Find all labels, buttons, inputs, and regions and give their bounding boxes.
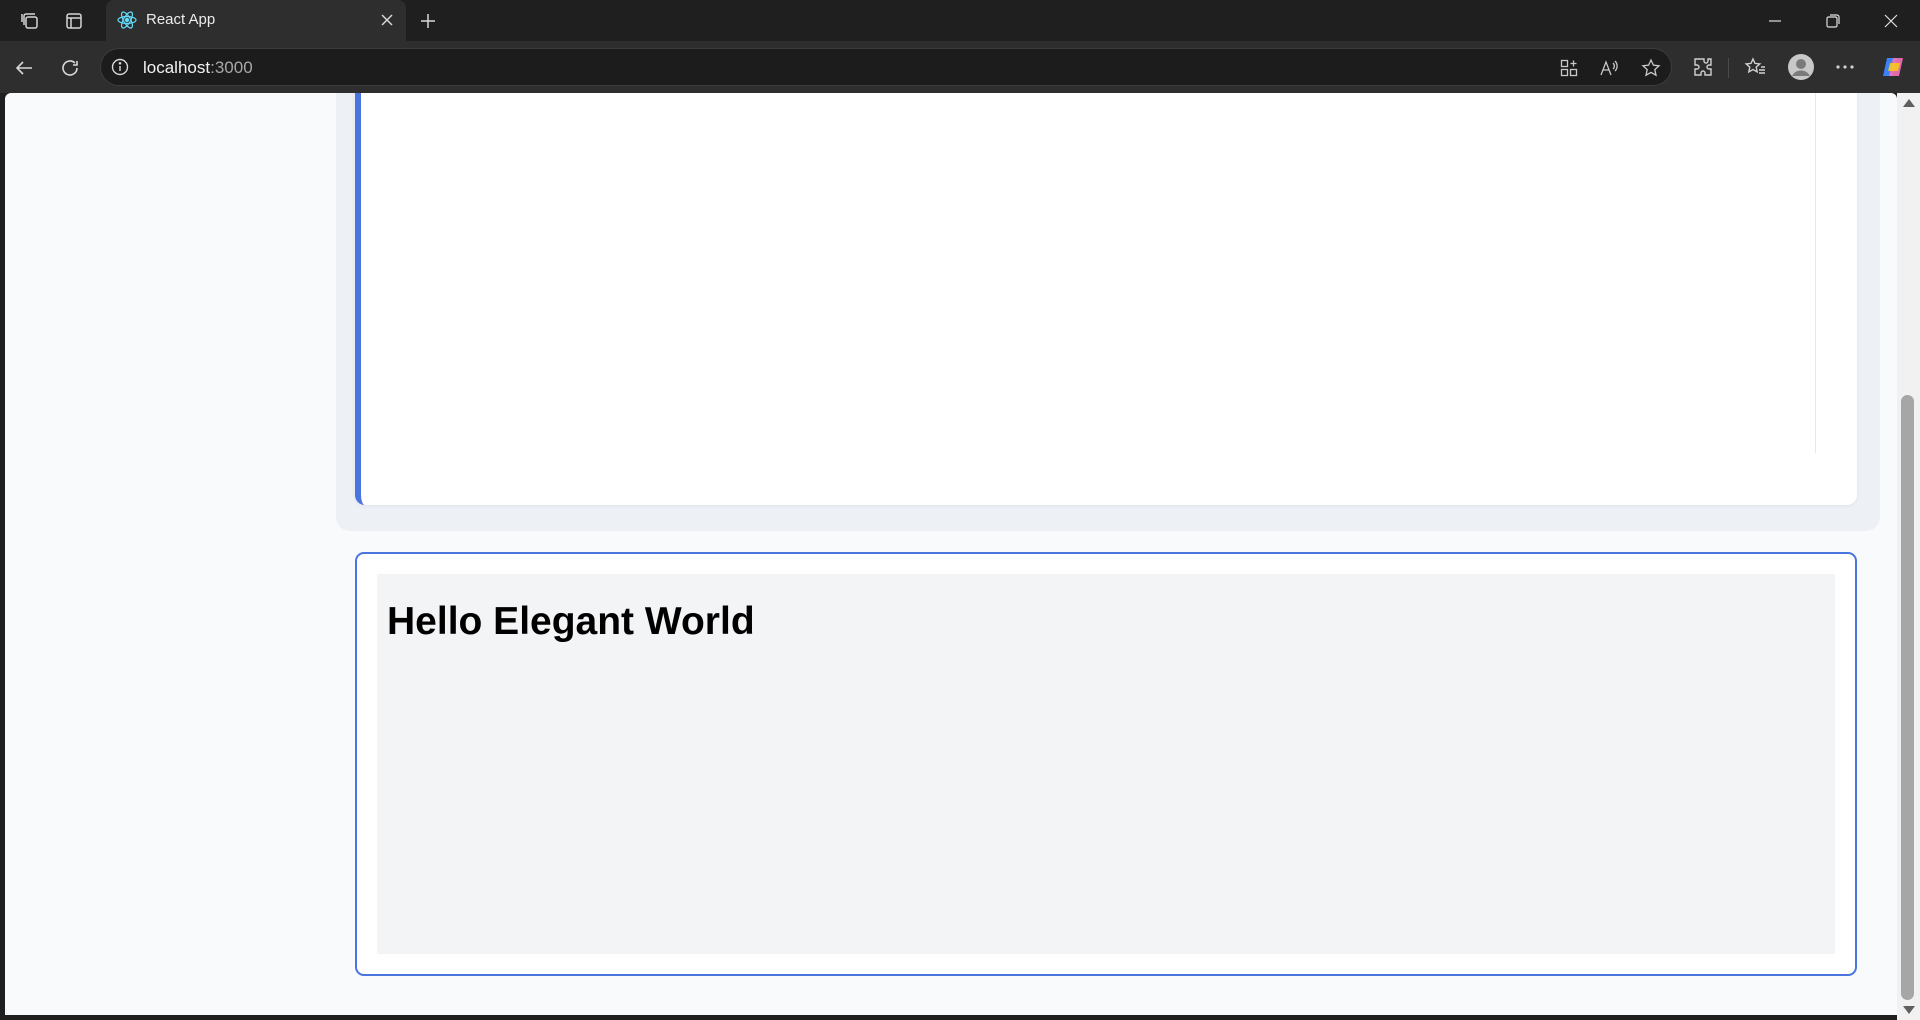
scroll-down-arrow-icon[interactable] (1903, 1006, 1915, 1014)
hello-section: Hello Elegant World (355, 552, 1857, 976)
tab-react-app[interactable]: React App (106, 0, 406, 41)
address-bar[interactable]: localhost:3000 (100, 48, 1672, 86)
workspaces-icon[interactable] (16, 8, 44, 34)
new-tab-icon[interactable] (414, 7, 442, 35)
vertical-scrollbar[interactable] (1897, 93, 1920, 1020)
url-text[interactable]: localhost:3000 (143, 58, 253, 78)
tab-strip: React App (0, 0, 1920, 41)
url-host: localhost (143, 58, 211, 77)
close-tab-icon[interactable] (376, 9, 398, 31)
refresh-icon[interactable] (54, 52, 86, 84)
content-card (355, 93, 1857, 505)
more-menu-icon[interactable] (1830, 52, 1860, 82)
extensions-icon[interactable] (1688, 52, 1718, 82)
favorites-icon[interactable] (1740, 52, 1770, 82)
copilot-icon[interactable] (1879, 52, 1909, 82)
scrollbar-thumb[interactable] (1901, 395, 1914, 1000)
page-heading: Hello Elegant World (387, 600, 755, 643)
minimize-icon[interactable] (1752, 6, 1798, 36)
card-divider (1815, 93, 1816, 453)
restore-icon[interactable] (1810, 6, 1856, 36)
toolbar-separator (1728, 58, 1729, 78)
vertical-tabs-icon[interactable] (60, 8, 88, 34)
react-icon (116, 9, 138, 31)
read-aloud-icon[interactable] (1598, 56, 1622, 80)
app-available-icon[interactable] (1557, 56, 1581, 80)
hello-panel: Hello Elegant World (377, 574, 1835, 954)
close-window-icon[interactable] (1868, 6, 1914, 36)
back-icon[interactable] (8, 52, 40, 84)
favorite-star-icon[interactable] (1639, 56, 1663, 80)
url-port: :3000 (210, 58, 253, 77)
scroll-up-arrow-icon[interactable] (1903, 99, 1915, 107)
profile-avatar[interactable] (1786, 52, 1816, 82)
tab-title: React App (146, 11, 216, 28)
site-info-icon[interactable] (111, 58, 129, 76)
page-viewport: Hello Elegant World (5, 93, 1897, 1015)
